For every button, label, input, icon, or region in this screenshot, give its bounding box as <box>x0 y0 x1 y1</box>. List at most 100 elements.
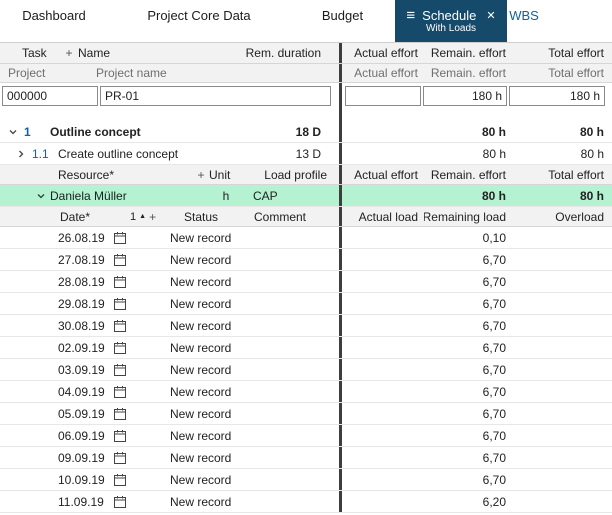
date-value[interactable]: 29.08.19 <box>0 297 114 311</box>
date-value[interactable]: 04.09.19 <box>0 385 114 399</box>
tab-project-core-data[interactable]: Project Core Data <box>108 0 290 30</box>
column-header-resource[interactable]: Resource* <box>0 168 193 182</box>
status-value: New record <box>170 319 248 333</box>
column-header-total-effort[interactable]: Total effort <box>512 46 612 60</box>
remaining-load-value[interactable]: 6,70 <box>424 341 512 355</box>
remaining-load-value[interactable]: 6,70 <box>424 407 512 421</box>
chevron-right-icon[interactable] <box>14 149 28 159</box>
date-value[interactable]: 27.08.19 <box>0 253 114 267</box>
calendar-icon[interactable] <box>114 320 134 332</box>
load-row[interactable]: 28.08.19 New record 6,70 <box>0 271 612 293</box>
remaining-load-value[interactable]: 6,70 <box>424 473 512 487</box>
remaining-load-value[interactable]: 6,70 <box>424 363 512 377</box>
tab-wbs[interactable]: WBS <box>507 0 537 30</box>
load-row[interactable]: 11.09.19 New record 6,20 <box>0 491 612 513</box>
load-row[interactable]: 27.08.19 New record 6,70 <box>0 249 612 271</box>
date-value[interactable]: 26.08.19 <box>0 231 114 245</box>
task-name[interactable]: Outline concept <box>50 125 229 139</box>
column-header-name[interactable]: Name <box>78 46 229 60</box>
load-row[interactable]: 03.09.19 New record 6,70 <box>0 359 612 381</box>
column-header-status[interactable]: Status <box>170 210 248 224</box>
remaining-load-value[interactable]: 6,70 <box>424 385 512 399</box>
tab-schedule[interactable]: ≡ Schedule ✕ With Loads <box>395 0 507 42</box>
add-resource-button[interactable]: + <box>193 168 209 182</box>
date-value[interactable]: 30.08.19 <box>0 319 114 333</box>
menu-icon[interactable]: ≡ <box>406 8 415 23</box>
project-remain-effort-input[interactable]: 180 h <box>423 86 507 106</box>
remaining-load-value[interactable]: 6,70 <box>424 451 512 465</box>
column-header-total-effort[interactable]: Total effort <box>512 168 612 182</box>
chevron-down-icon[interactable] <box>6 127 20 137</box>
calendar-icon[interactable] <box>114 430 134 442</box>
task-row-1[interactable]: 1 Outline concept 18 D 80 h 80 h <box>0 121 612 143</box>
column-header-actual-effort[interactable]: Actual effort <box>342 46 424 60</box>
calendar-icon[interactable] <box>114 298 134 310</box>
remaining-load-value[interactable]: 6,70 <box>424 319 512 333</box>
project-id-input[interactable]: 000000 <box>2 86 98 106</box>
column-header-rem-duration[interactable]: Rem. duration <box>229 46 339 60</box>
remaining-load-value[interactable]: 6,70 <box>424 297 512 311</box>
calendar-icon[interactable] <box>114 408 134 420</box>
remaining-load-value[interactable]: 6,70 <box>424 275 512 289</box>
tab-budget[interactable]: Budget <box>290 0 395 30</box>
remaining-load-value[interactable]: 0,10 <box>424 231 512 245</box>
date-value[interactable]: 09.09.19 <box>0 451 114 465</box>
load-row[interactable]: 26.08.19 New record 0,10 <box>0 227 612 249</box>
project-name-input[interactable]: PR-01 <box>100 86 331 106</box>
column-header-task[interactable]: Task <box>0 46 60 60</box>
load-row[interactable]: 09.09.19 New record 6,70 <box>0 447 612 469</box>
date-value[interactable]: 02.09.19 <box>0 341 114 355</box>
sort-indicator[interactable]: 1 ▲ + <box>130 210 170 224</box>
column-header-overload[interactable]: Overload <box>512 210 612 224</box>
calendar-icon[interactable] <box>114 386 134 398</box>
task-name[interactable]: Create outline concept <box>58 147 229 161</box>
remaining-load-value[interactable]: 6,70 <box>424 253 512 267</box>
project-total-effort-input[interactable]: 180 h <box>509 86 605 106</box>
project-actual-effort-input[interactable] <box>345 86 421 106</box>
total-effort-value: 80 h <box>512 189 612 203</box>
wbs-number[interactable]: 1.1 <box>28 147 58 161</box>
column-header-comment[interactable]: Comment <box>248 210 339 224</box>
chevron-down-icon[interactable] <box>34 191 48 201</box>
remaining-load-value[interactable]: 6,20 <box>424 495 512 509</box>
resource-name[interactable]: Daniela Müller <box>48 189 209 203</box>
date-value[interactable]: 03.09.19 <box>0 363 114 377</box>
load-row[interactable]: 30.08.19 New record 6,70 <box>0 315 612 337</box>
load-row[interactable]: 02.09.19 New record 6,70 <box>0 337 612 359</box>
column-header-actual-effort[interactable]: Actual effort <box>342 168 424 182</box>
calendar-icon[interactable] <box>114 364 134 376</box>
column-header-remain-effort[interactable]: Remain. effort <box>424 168 512 182</box>
wbs-number[interactable]: 1 <box>20 125 50 139</box>
calendar-icon[interactable] <box>114 276 134 288</box>
calendar-icon[interactable] <box>114 254 134 266</box>
date-value[interactable]: 05.09.19 <box>0 407 114 421</box>
column-header-actual-load[interactable]: Actual load <box>342 210 424 224</box>
calendar-icon[interactable] <box>114 452 134 464</box>
date-value[interactable]: 10.09.19 <box>0 473 114 487</box>
column-header-unit[interactable]: Unit <box>209 168 243 182</box>
date-value[interactable]: 28.08.19 <box>0 275 114 289</box>
project-row[interactable]: 000000 PR-01 180 h 180 h <box>0 83 612 109</box>
add-load-record-button[interactable]: + <box>149 210 156 224</box>
column-header-remaining-load[interactable]: Remaining load <box>424 210 512 224</box>
date-value[interactable]: 06.09.19 <box>0 429 114 443</box>
task-row-1-1[interactable]: 1.1 Create outline concept 13 D 80 h 80 … <box>0 143 612 165</box>
load-row[interactable]: 10.09.19 New record 6,70 <box>0 469 612 491</box>
column-header-load-profile[interactable]: Load profile <box>243 168 339 182</box>
load-row[interactable]: 06.09.19 New record 6,70 <box>0 425 612 447</box>
load-row[interactable]: 29.08.19 New record 6,70 <box>0 293 612 315</box>
calendar-icon[interactable] <box>114 496 134 508</box>
close-icon[interactable]: ✕ <box>486 9 495 22</box>
tab-dashboard[interactable]: Dashboard <box>0 0 108 30</box>
calendar-icon[interactable] <box>114 342 134 354</box>
remaining-load-value[interactable]: 6,70 <box>424 429 512 443</box>
date-value[interactable]: 11.09.19 <box>0 495 114 509</box>
add-task-button[interactable]: + <box>60 46 78 60</box>
column-header-remain-effort[interactable]: Remain. effort <box>424 46 512 60</box>
load-row[interactable]: 04.09.19 New record 6,70 <box>0 381 612 403</box>
resource-row[interactable]: Daniela Müller h CAP 80 h 80 h <box>0 185 612 207</box>
column-header-date[interactable]: Date* <box>0 210 130 224</box>
load-row[interactable]: 05.09.19 New record 6,70 <box>0 403 612 425</box>
calendar-icon[interactable] <box>114 232 134 244</box>
calendar-icon[interactable] <box>114 474 134 486</box>
